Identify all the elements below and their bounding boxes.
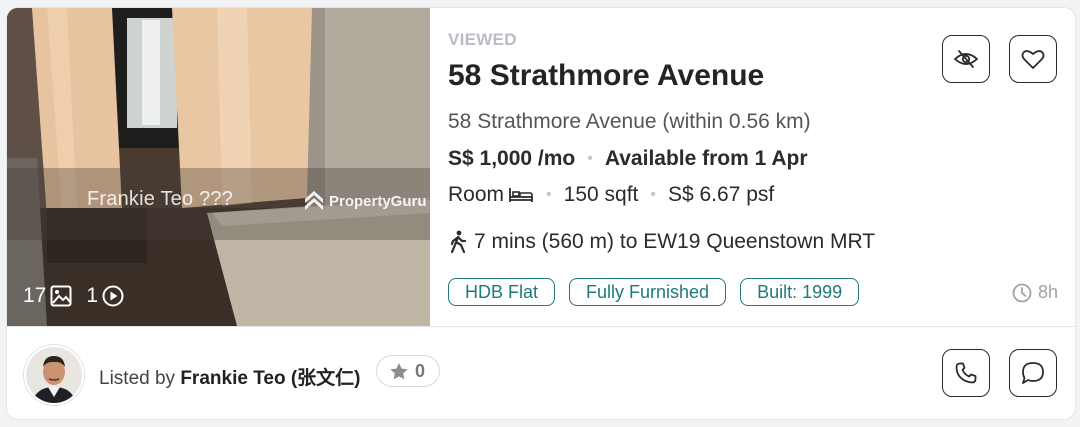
listing-price: S$ 1,000 /mo (448, 147, 576, 170)
agent-avatar[interactable] (24, 345, 84, 405)
separator-dot: • (546, 186, 552, 203)
agent-name[interactable]: Frankie Teo (张文仁) (180, 368, 360, 389)
watermark-brand: PropertyGuru (303, 189, 427, 213)
tag-furnishing: Fully Furnished (569, 278, 727, 306)
spec-row: Room • 150 sqft • S$ 6.67 psf (448, 183, 774, 207)
card-divider (7, 326, 1075, 327)
room-type: Room (448, 183, 505, 206)
separator-dot: • (587, 150, 593, 167)
hide-listing-button[interactable] (942, 35, 990, 83)
listing-title[interactable]: 58 Strathmore Avenue (448, 59, 764, 93)
room-photo-image (7, 8, 430, 326)
play-circle-icon (102, 285, 124, 307)
price-psf: S$ 6.67 psf (667, 183, 775, 206)
agent-photo (26, 347, 82, 403)
photo-count: 17 (23, 284, 47, 307)
bed-icon (509, 188, 533, 202)
image-icon (50, 285, 72, 307)
media-counts: 17 1 (23, 284, 124, 308)
clock-icon (1012, 283, 1032, 302)
chat-agent-button[interactable] (1009, 349, 1057, 397)
mrt-distance: 7 mins (560 m) to EW19 Queenstown MRT (474, 230, 876, 253)
posted-age-label: 8h (1037, 282, 1058, 302)
watermark-brand-label: PropertyGuru (329, 192, 427, 210)
video-count: 1 (86, 284, 99, 307)
phone-icon (955, 362, 977, 384)
price-row: S$ 1,000 /mo • Available from 1 Apr (448, 147, 808, 171)
agent-rating-count: 0 (415, 360, 426, 381)
chat-bubble-icon (1022, 362, 1044, 384)
tag-property-type: HDB Flat (448, 278, 556, 306)
floor-size: 150 sqft (563, 183, 639, 206)
mrt-distance-row: 7 mins (560 m) to EW19 Queenstown MRT (448, 230, 875, 254)
heart-icon (1021, 50, 1045, 69)
eye-slash-icon (953, 50, 979, 68)
walking-person-icon (450, 230, 467, 254)
star-icon (390, 362, 408, 379)
agent-rating[interactable]: 0 (376, 355, 441, 387)
call-agent-button[interactable] (942, 349, 990, 397)
listed-by-prefix: Listed by (99, 368, 176, 389)
listing-photo[interactable]: Frankie Teo ??? PropertyGuru 17 1 (7, 8, 430, 326)
listing-tags: HDB Flat Fully Furnished Built: 1999 (448, 278, 873, 306)
availability: Available from 1 Apr (604, 147, 808, 170)
tag-built-year: Built: 1999 (740, 278, 860, 306)
separator-dot: • (650, 186, 656, 203)
viewed-badge: VIEWED (448, 30, 517, 49)
listing-card[interactable]: Frankie Teo ??? PropertyGuru 17 1 VIEWED… (6, 7, 1076, 420)
listed-by: Listed by Frankie Teo (张文仁) (99, 363, 361, 390)
listing-details: VIEWED 58 Strathmore Avenue 58 Strathmor… (448, 8, 1068, 326)
posted-age: 8h (1012, 282, 1058, 303)
propertyguru-logo-icon (305, 191, 323, 210)
watermark-agent-name: Frankie Teo ??? (87, 188, 234, 210)
favorite-button[interactable] (1009, 35, 1057, 83)
listing-address: 58 Strathmore Avenue (within 0.56 km) (448, 110, 811, 133)
